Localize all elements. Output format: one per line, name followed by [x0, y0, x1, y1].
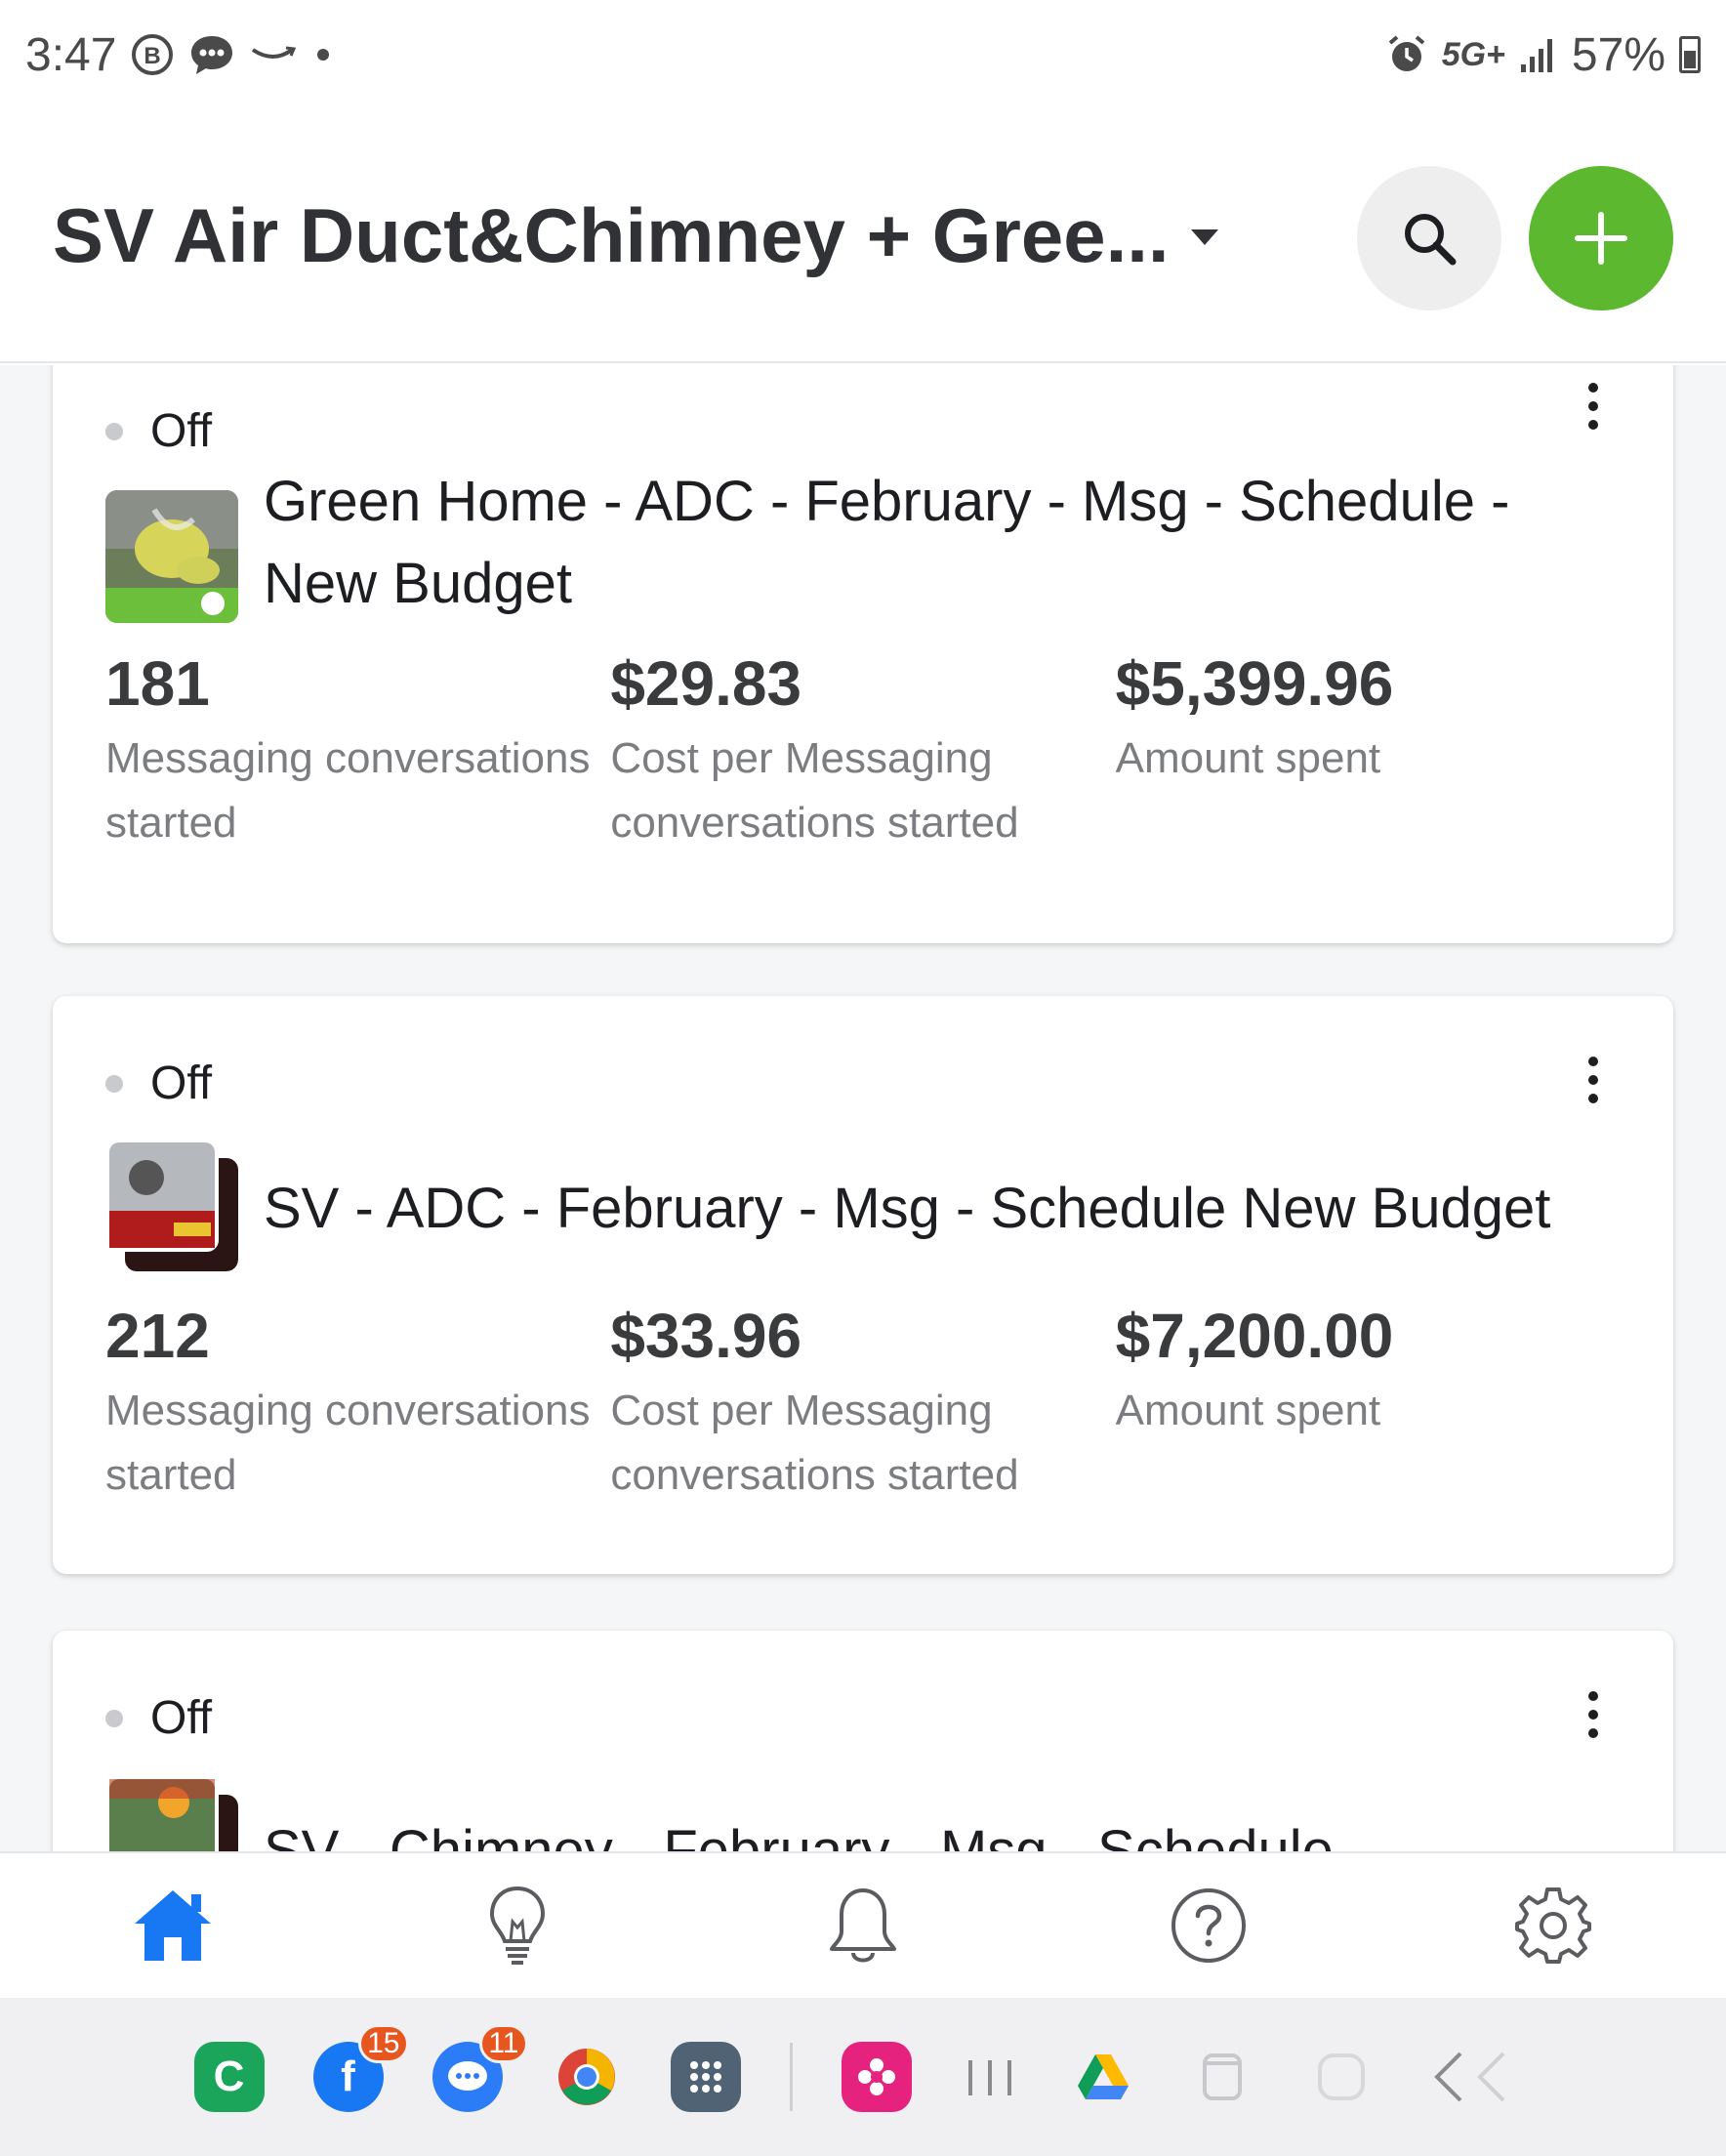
system-dock: C f 15 11 [0, 1998, 1726, 2156]
metric-label: Messaging conversations started [105, 1387, 591, 1499]
metric-label: Amount spent [1115, 734, 1381, 782]
metric-value: $29.83 [610, 648, 802, 719]
bottom-navigation [0, 1851, 1726, 1998]
chevron-down-icon [1190, 229, 1218, 245]
ad-name: Green Home - ADC - February - Msg - Sche… [264, 470, 1510, 615]
messages-badge: 11 [479, 2024, 528, 2063]
metric-label: Cost per Messaging conversations started [610, 1387, 1019, 1499]
app-c-icon[interactable]: C [193, 2042, 265, 2112]
search-icon [1405, 214, 1457, 266]
metric-label: Cost per Messaging conversations started [610, 734, 1019, 847]
account-switcher[interactable]: SV Air Duct&Chimney + Gree... [53, 191, 1218, 280]
metric-label: Amount spent [1115, 1387, 1381, 1434]
signal-icon [1519, 35, 1558, 74]
ad-status: Off [105, 1057, 212, 1110]
metric-value: 212 [105, 1301, 210, 1371]
facebook-app-icon[interactable]: f 15 [312, 2024, 409, 2112]
metric: $5,399.96 Amount spent [1116, 644, 1621, 855]
metric: 181 Messaging conversations started [105, 644, 610, 855]
bell-icon [829, 1888, 896, 1963]
home-button-icon[interactable] [1306, 2042, 1377, 2112]
more-options-icon[interactable] [1585, 1691, 1601, 1738]
search-button[interactable] [1357, 166, 1501, 311]
help-icon [1171, 1888, 1246, 1963]
more-options-icon[interactable] [1585, 383, 1601, 430]
metric-value: $33.96 [610, 1301, 802, 1371]
ad-name: SV - ADC - February - Msg - Schedule New… [264, 1177, 1551, 1240]
metric: $29.83 Cost per Messaging conversations … [610, 644, 1115, 855]
recent-apps-icon[interactable] [961, 2042, 1019, 2112]
b-notification-icon: B [130, 32, 175, 77]
more-options-icon[interactable] [1585, 1057, 1601, 1103]
metric-label: Messaging conversations started [105, 734, 591, 847]
ad-status: Off [105, 404, 212, 458]
ad-metrics: 212 Messaging conversations started $33.… [105, 1297, 1621, 1508]
status-dot-icon [105, 1074, 123, 1093]
metric-value: $5,399.96 [1115, 648, 1394, 719]
metric-value: $7,200.00 [1115, 1301, 1394, 1371]
more-notifications-icon [317, 49, 330, 61]
ad-thumbnail [105, 1139, 238, 1271]
network-type: 5G+ [1441, 35, 1505, 73]
metric: 212 Messaging conversations started [105, 1297, 610, 1508]
alarm-icon [1385, 33, 1428, 76]
ads-list: Off Green Home - ADC - February - Msg - … [0, 365, 1726, 1851]
battery-icon [1679, 36, 1701, 73]
dock-divider [789, 2043, 793, 2111]
ad-metrics: 181 Messaging conversations started $29.… [105, 644, 1621, 855]
amazon-notification-icon [249, 40, 298, 69]
nav-recommendations[interactable] [459, 1867, 576, 1984]
ad-status-text: Off [150, 405, 213, 457]
ad-status-text: Off [150, 1057, 213, 1109]
gear-icon [1515, 1887, 1592, 1964]
flower-app-icon[interactable] [841, 2042, 912, 2112]
nav-help[interactable] [1150, 1867, 1267, 1984]
messages-app-icon[interactable]: 11 [432, 2024, 528, 2112]
account-title: SV Air Duct&Chimney + Gree... [53, 191, 1170, 278]
chat-notification-icon [188, 32, 235, 77]
nav-notifications[interactable] [804, 1867, 922, 1984]
ad-card[interactable]: Off SV - ADC - February - Msg - Schedule… [53, 996, 1673, 1574]
plus-icon [1575, 212, 1627, 265]
ad-thumbnail [105, 1775, 238, 1851]
ad-card[interactable]: Off Green Home - ADC - February - Msg - … [53, 365, 1673, 943]
ad-card[interactable]: Off SV - Chimney - February - Msg - Sche… [53, 1631, 1673, 1851]
multiwindow-icon[interactable] [1187, 2042, 1257, 2112]
status-bar: 3:47 B 5G+ 57% [0, 0, 1726, 109]
chrome-app-icon[interactable] [552, 2042, 622, 2112]
svg-text:B: B [144, 43, 161, 69]
google-drive-icon[interactable] [1068, 2042, 1138, 2112]
nav-settings[interactable] [1495, 1867, 1612, 1984]
metric-value: 181 [105, 648, 210, 719]
app-header: SV Air Duct&Chimney + Gree... [0, 109, 1726, 363]
battery-percent: 57% [1571, 28, 1665, 81]
facebook-badge: 15 [358, 2024, 409, 2063]
ad-thumbnail [105, 490, 238, 623]
status-dot-icon [105, 422, 123, 440]
ad-status-text: Off [150, 1692, 213, 1744]
nav-home[interactable] [114, 1867, 231, 1984]
app-drawer-icon[interactable] [670, 2042, 741, 2112]
home-icon [134, 1890, 211, 1961]
lightbulb-icon [490, 1886, 546, 1965]
status-dot-icon [105, 1709, 123, 1727]
metric: $33.96 Cost per Messaging conversations … [610, 1297, 1115, 1508]
back-button-icon[interactable] [1425, 2042, 1533, 2112]
create-ad-button[interactable] [1529, 166, 1673, 311]
ad-name: SV - Chimney - February - Msg - Schedule [264, 1819, 1334, 1851]
metric: $7,200.00 Amount spent [1116, 1297, 1621, 1508]
ad-status: Off [105, 1691, 212, 1745]
status-time: 3:47 [25, 28, 117, 81]
